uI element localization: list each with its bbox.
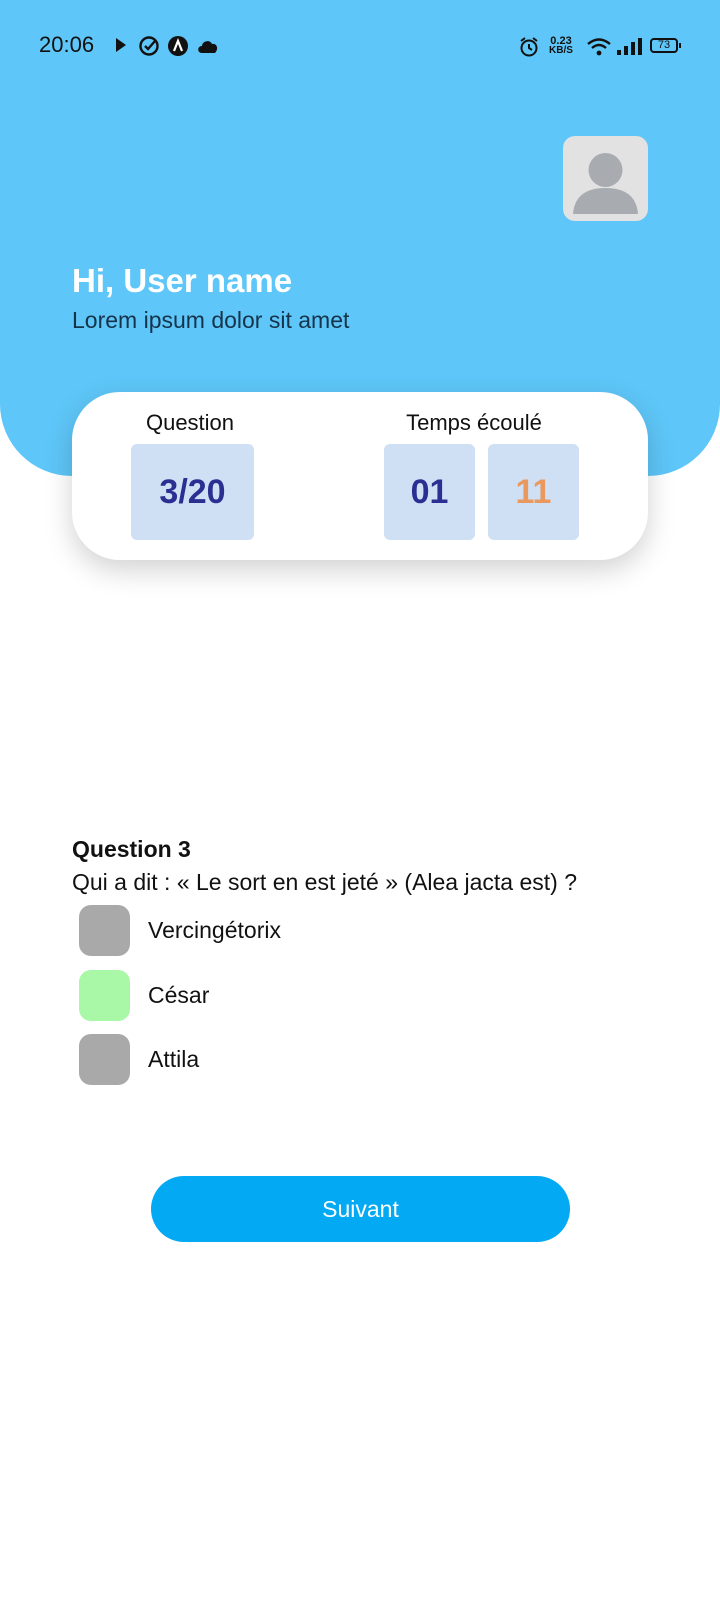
elapsed-seconds: 11 [488, 444, 579, 540]
alarm-icon [520, 37, 538, 57]
status-time: 20:06 [39, 32, 95, 57]
check-circle-icon [139, 36, 159, 56]
next-button[interactable]: Suivant [151, 1176, 570, 1242]
question-title: Question 3 [72, 836, 191, 862]
option-label: César [148, 981, 210, 1008]
user-avatar-icon[interactable] [563, 136, 648, 221]
question-text: Qui a dit : « Le sort en est jeté » (Ale… [72, 869, 577, 895]
signal-icon [617, 38, 642, 55]
network-speed-unit: KB/S [549, 45, 573, 56]
option-checkbox[interactable] [79, 904, 130, 956]
greeting-subtitle: Lorem ipsum dolor sit amet [72, 307, 350, 333]
person-silhouette-icon [573, 153, 638, 214]
option-attila[interactable]: Attila [79, 1033, 559, 1085]
option-checkbox[interactable] [79, 1033, 130, 1085]
question-counter-label: Question [145, 410, 235, 435]
battery-icon: 73 [650, 38, 681, 53]
cloud-icon [198, 41, 218, 53]
elapsed-time-label: Temps écoulé [406, 410, 542, 435]
battery-level: 73 [657, 39, 671, 51]
play-icon [116, 38, 126, 52]
greeting-title: Hi, User name [72, 262, 293, 299]
app-a-icon [168, 36, 188, 56]
status-bar: 20:06 0.23 KB/S 73 [0, 0, 720, 92]
question-counter-value: 3/20 [131, 444, 254, 540]
wifi-icon [587, 38, 611, 56]
stats-card: Question 3/20 Temps écoulé 01 11 [72, 392, 648, 560]
option-vercingetorix[interactable]: Vercingétorix [79, 904, 559, 956]
option-label: Vercingétorix [148, 916, 281, 943]
option-label: Attila [148, 1045, 200, 1072]
elapsed-minutes: 01 [384, 444, 475, 540]
network-speed: 0.23 KB/S [545, 36, 577, 56]
option-cesar[interactable]: César [79, 969, 559, 1021]
option-checkbox-selected[interactable] [79, 969, 130, 1021]
